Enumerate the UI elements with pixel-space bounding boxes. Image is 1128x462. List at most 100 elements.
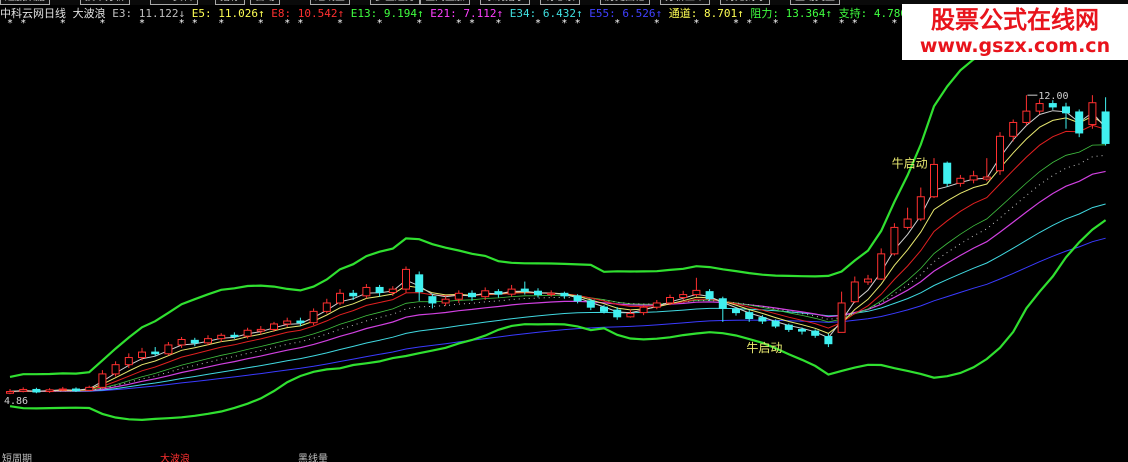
indicator-arrow: ↑: [576, 7, 583, 20]
toolbar-button-2[interactable]: 600资料: [150, 0, 199, 5]
candle: [1022, 95, 1031, 126]
candle: [322, 298, 331, 314]
candle-body-down: [811, 330, 820, 336]
candle-body-up: [850, 281, 859, 303]
candle-body-down: [415, 274, 424, 293]
candle-body-down: [586, 300, 595, 308]
candle-body-up: [164, 344, 173, 355]
candle-body-down: [758, 317, 767, 322]
candle: [982, 158, 991, 182]
candle-body-down: [1101, 111, 1110, 144]
ema8-line: [9, 124, 1106, 392]
candle: [837, 291, 846, 333]
toolbar-button-10[interactable]: 历史回忆: [600, 0, 650, 5]
candle-body-up: [111, 364, 120, 375]
candle-body-up: [837, 302, 846, 333]
toolbar-button-4[interactable]: 自动: [250, 0, 280, 5]
candle: [190, 337, 199, 347]
candle-body-up: [996, 135, 1004, 172]
indicator-label: 支持:: [838, 7, 868, 20]
indicator-value: 13.364: [785, 7, 826, 20]
candle-body-down: [600, 306, 608, 312]
candle: [441, 296, 450, 306]
toolbar-button-5[interactable]: 短线宝: [310, 0, 350, 5]
candle: [798, 327, 806, 335]
indicator-value: 6.526: [622, 7, 656, 20]
indicator-label: 通道:: [668, 7, 698, 20]
candle: [124, 353, 133, 369]
candle-body-up: [547, 292, 556, 296]
candle-body-up: [903, 218, 912, 228]
candle-body-up: [19, 388, 28, 392]
candle-body-down: [771, 320, 780, 327]
ema34-line: [9, 203, 1106, 393]
candle: [32, 387, 41, 394]
candle-body-up: [481, 290, 490, 298]
candle-body-down: [824, 336, 833, 345]
candle: [349, 289, 358, 301]
candle: [217, 333, 226, 343]
candle-body-up: [1035, 103, 1044, 112]
bottom-tab-1[interactable]: 大波浪: [160, 454, 190, 462]
candle: [534, 288, 542, 298]
indicator-value: 8.701: [704, 7, 738, 20]
candle-body-up: [666, 297, 674, 304]
toolbar-button-9[interactable]: 有思录: [540, 0, 580, 5]
candle: [98, 370, 107, 389]
candle-body-down: [296, 320, 305, 324]
toolbar-button-11[interactable]: 分析上半: [660, 0, 710, 5]
candle-body-up: [6, 391, 14, 394]
candle: [718, 296, 727, 322]
candle-body-up: [916, 196, 925, 220]
toolbar-button-0[interactable]: 超赢数据: [0, 0, 50, 5]
candle: [626, 309, 635, 318]
toolbar-button-3[interactable]: 指标: [215, 0, 245, 5]
candle: [111, 361, 120, 377]
candle-body-down: [943, 162, 952, 184]
indicator-value: 6.432: [542, 7, 576, 20]
ema13-line: [9, 144, 1106, 392]
candle: [943, 161, 952, 187]
candle: [375, 284, 384, 297]
indicator-label: E3:: [112, 7, 133, 20]
bottom-tab-2[interactable]: 黑线量: [298, 454, 328, 462]
candle: [877, 248, 886, 280]
toolbar-button-8[interactable]: 系统指示: [480, 0, 530, 5]
candle-body-up: [1088, 102, 1097, 126]
candle-body-down: [1048, 103, 1057, 108]
stock-name: 中科云网: [0, 7, 44, 20]
candle-body-down: [468, 292, 476, 298]
toolbar-button-6[interactable]: 多空趋势: [370, 0, 420, 5]
candle: [824, 333, 833, 348]
candle-body-up: [454, 292, 463, 300]
candle-body-up: [138, 351, 146, 359]
candle-body-down: [349, 292, 358, 297]
indicator-label: E13:: [350, 7, 378, 20]
toolbar-button-12[interactable]: 再无找寻: [720, 0, 770, 5]
indicator-label: 阻力:: [750, 7, 779, 20]
annotation-label: 牛启动: [892, 156, 928, 171]
candle-body-up: [692, 289, 701, 296]
candle-body-up: [1009, 121, 1018, 137]
candle-body-down: [1062, 106, 1070, 114]
candle-body-up: [969, 175, 978, 181]
candle: [705, 289, 714, 301]
resistance-band: [9, 17, 1107, 378]
toolbar-button-7[interactable]: 区间叠加: [420, 0, 470, 5]
bottom-tab-0[interactable]: 短周期: [2, 454, 32, 462]
candle: [6, 389, 14, 395]
candle-body-up: [283, 320, 292, 325]
ema3-line: [9, 110, 1106, 392]
watermark-url: www.gszx.com.cn: [919, 35, 1111, 57]
toolbar-button-1[interactable]: 技术分析: [80, 0, 130, 5]
toolbar-button-13[interactable]: 主动类型: [790, 0, 840, 5]
candle-body-up: [243, 329, 252, 337]
candle: [1101, 97, 1110, 146]
candle-body-up: [930, 163, 938, 198]
